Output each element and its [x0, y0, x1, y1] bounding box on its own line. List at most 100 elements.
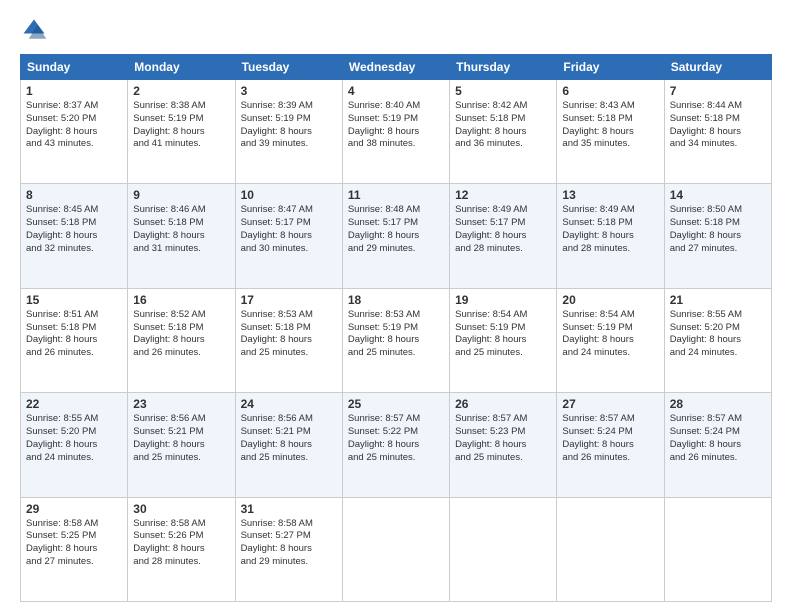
day-number: 7 [670, 84, 766, 98]
calendar-cell [342, 497, 449, 601]
day-number: 24 [241, 397, 337, 411]
calendar-cell: 28 Sunrise: 8:57 AMSunset: 5:24 PMDayligh… [664, 393, 771, 497]
day-number: 20 [562, 293, 658, 307]
day-number: 21 [670, 293, 766, 307]
calendar-cell: 15 Sunrise: 8:51 AMSunset: 5:18 PMDayligh… [21, 288, 128, 392]
calendar-cell: 10 Sunrise: 8:47 AMSunset: 5:17 PMDayligh… [235, 184, 342, 288]
week-row-2: 8 Sunrise: 8:45 AMSunset: 5:18 PMDaylight… [21, 184, 772, 288]
calendar-cell: 1 Sunrise: 8:37 AMSunset: 5:20 PMDaylight… [21, 80, 128, 184]
cell-details: Sunrise: 8:53 AMSunset: 5:18 PMDaylight:… [241, 309, 337, 360]
cell-details: Sunrise: 8:38 AMSunset: 5:19 PMDaylight:… [133, 100, 229, 151]
cell-details: Sunrise: 8:37 AMSunset: 5:20 PMDaylight:… [26, 100, 122, 151]
calendar-cell: 26Sunrise: 8:57 AMSunset: 5:23 PMDayligh… [450, 393, 557, 497]
col-header-saturday: Saturday [664, 55, 771, 80]
calendar-cell: 16Sunrise: 8:52 AMSunset: 5:18 PMDayligh… [128, 288, 235, 392]
cell-details: Sunrise: 8:56 AMSunset: 5:21 PMDaylight:… [241, 413, 337, 464]
col-header-monday: Monday [128, 55, 235, 80]
cell-details: Sunrise: 8:50 AMSunset: 5:18 PMDaylight:… [670, 204, 766, 255]
calendar-cell: 30 Sunrise: 8:58 AMSunset: 5:26 PMDayligh… [128, 497, 235, 601]
calendar-cell [557, 497, 664, 601]
week-row-3: 15 Sunrise: 8:51 AMSunset: 5:18 PMDayligh… [21, 288, 772, 392]
col-header-sunday: Sunday [21, 55, 128, 80]
cell-details: Sunrise: 8:40 AMSunset: 5:19 PMDaylight:… [348, 100, 444, 151]
page: SundayMondayTuesdayWednesdayThursdayFrid… [0, 0, 792, 612]
week-row-4: 22Sunrise: 8:55 AMSunset: 5:20 PMDayligh… [21, 393, 772, 497]
logo-icon [20, 16, 48, 44]
cell-details: Sunrise: 8:48 AMSunset: 5:17 PMDaylight:… [348, 204, 444, 255]
calendar-cell: 17 Sunrise: 8:53 AMSunset: 5:18 PMDayligh… [235, 288, 342, 392]
cell-details: Sunrise: 8:46 AMSunset: 5:18 PMDaylight:… [133, 204, 229, 255]
day-number: 6 [562, 84, 658, 98]
calendar-cell: 13 Sunrise: 8:49 AMSunset: 5:18 PMDayligh… [557, 184, 664, 288]
cell-details: Sunrise: 8:47 AMSunset: 5:17 PMDaylight:… [241, 204, 337, 255]
day-number: 13 [562, 188, 658, 202]
day-number: 2 [133, 84, 229, 98]
calendar-cell: 7 Sunrise: 8:44 AMSunset: 5:18 PMDaylight… [664, 80, 771, 184]
col-header-wednesday: Wednesday [342, 55, 449, 80]
calendar-cell: 25 Sunrise: 8:57 AMSunset: 5:22 PMDayligh… [342, 393, 449, 497]
day-number: 1 [26, 84, 122, 98]
cell-details: Sunrise: 8:54 AMSunset: 5:19 PMDaylight:… [455, 309, 551, 360]
calendar-cell: 5Sunrise: 8:42 AMSunset: 5:18 PMDaylight… [450, 80, 557, 184]
calendar-cell [450, 497, 557, 601]
day-number: 25 [348, 397, 444, 411]
cell-details: Sunrise: 8:54 AMSunset: 5:19 PMDaylight:… [562, 309, 658, 360]
day-number: 30 [133, 502, 229, 516]
calendar-cell: 8 Sunrise: 8:45 AMSunset: 5:18 PMDaylight… [21, 184, 128, 288]
calendar-cell: 24 Sunrise: 8:56 AMSunset: 5:21 PMDayligh… [235, 393, 342, 497]
cell-details: Sunrise: 8:57 AMSunset: 5:24 PMDaylight:… [670, 413, 766, 464]
day-number: 9 [133, 188, 229, 202]
cell-details: Sunrise: 8:49 AMSunset: 5:17 PMDaylight:… [455, 204, 551, 255]
cell-details: Sunrise: 8:58 AMSunset: 5:25 PMDaylight:… [26, 518, 122, 569]
cell-details: Sunrise: 8:49 AMSunset: 5:18 PMDaylight:… [562, 204, 658, 255]
day-number: 27 [562, 397, 658, 411]
day-number: 29 [26, 502, 122, 516]
calendar-cell: 4 Sunrise: 8:40 AMSunset: 5:19 PMDaylight… [342, 80, 449, 184]
header [20, 16, 772, 44]
calendar-cell [664, 497, 771, 601]
calendar-cell: 3 Sunrise: 8:39 AMSunset: 5:19 PMDaylight… [235, 80, 342, 184]
calendar-cell: 27Sunrise: 8:57 AMSunset: 5:24 PMDayligh… [557, 393, 664, 497]
day-number: 22 [26, 397, 122, 411]
day-number: 31 [241, 502, 337, 516]
cell-details: Sunrise: 8:55 AMSunset: 5:20 PMDaylight:… [670, 309, 766, 360]
day-number: 15 [26, 293, 122, 307]
day-number: 8 [26, 188, 122, 202]
calendar-cell: 2 Sunrise: 8:38 AMSunset: 5:19 PMDaylight… [128, 80, 235, 184]
week-row-1: 1 Sunrise: 8:37 AMSunset: 5:20 PMDaylight… [21, 80, 772, 184]
cell-details: Sunrise: 8:44 AMSunset: 5:18 PMDaylight:… [670, 100, 766, 151]
cell-details: Sunrise: 8:53 AMSunset: 5:19 PMDaylight:… [348, 309, 444, 360]
day-number: 11 [348, 188, 444, 202]
day-number: 18 [348, 293, 444, 307]
day-number: 17 [241, 293, 337, 307]
day-number: 10 [241, 188, 337, 202]
cell-details: Sunrise: 8:39 AMSunset: 5:19 PMDaylight:… [241, 100, 337, 151]
day-number: 4 [348, 84, 444, 98]
day-number: 5 [455, 84, 551, 98]
calendar-table: SundayMondayTuesdayWednesdayThursdayFrid… [20, 54, 772, 602]
calendar-cell: 19 Sunrise: 8:54 AMSunset: 5:19 PMDayligh… [450, 288, 557, 392]
day-number: 3 [241, 84, 337, 98]
cell-details: Sunrise: 8:58 AMSunset: 5:26 PMDaylight:… [133, 518, 229, 569]
logo [20, 16, 52, 44]
cell-details: Sunrise: 8:57 AMSunset: 5:22 PMDaylight:… [348, 413, 444, 464]
day-number: 14 [670, 188, 766, 202]
cell-details: Sunrise: 8:52 AMSunset: 5:18 PMDaylight:… [133, 309, 229, 360]
col-header-thursday: Thursday [450, 55, 557, 80]
calendar-cell: 22Sunrise: 8:55 AMSunset: 5:20 PMDayligh… [21, 393, 128, 497]
day-number: 19 [455, 293, 551, 307]
calendar-cell: 12 Sunrise: 8:49 AMSunset: 5:17 PMDayligh… [450, 184, 557, 288]
calendar-cell: 29 Sunrise: 8:58 AMSunset: 5:25 PMDayligh… [21, 497, 128, 601]
day-number: 12 [455, 188, 551, 202]
col-header-friday: Friday [557, 55, 664, 80]
calendar-cell: 9 Sunrise: 8:46 AMSunset: 5:18 PMDaylight… [128, 184, 235, 288]
day-number: 23 [133, 397, 229, 411]
cell-details: Sunrise: 8:51 AMSunset: 5:18 PMDaylight:… [26, 309, 122, 360]
cell-details: Sunrise: 8:56 AMSunset: 5:21 PMDaylight:… [133, 413, 229, 464]
cell-details: Sunrise: 8:45 AMSunset: 5:18 PMDaylight:… [26, 204, 122, 255]
calendar-cell: 18 Sunrise: 8:53 AMSunset: 5:19 PMDayligh… [342, 288, 449, 392]
calendar-cell: 21 Sunrise: 8:55 AMSunset: 5:20 PMDayligh… [664, 288, 771, 392]
calendar-cell: 20 Sunrise: 8:54 AMSunset: 5:19 PMDayligh… [557, 288, 664, 392]
day-number: 28 [670, 397, 766, 411]
header-row: SundayMondayTuesdayWednesdayThursdayFrid… [21, 55, 772, 80]
